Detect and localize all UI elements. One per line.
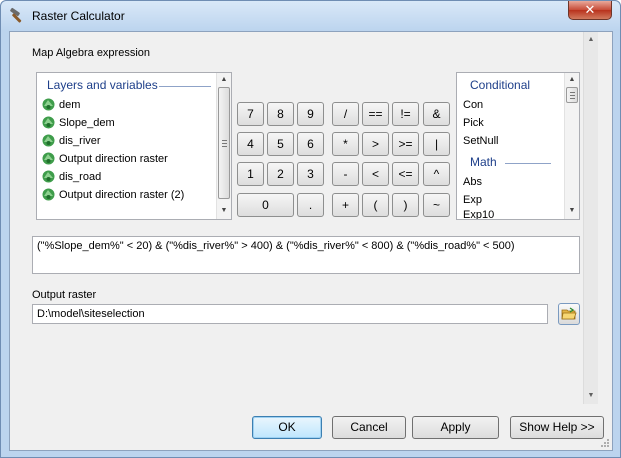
key-plus[interactable]: + bbox=[332, 193, 359, 217]
key-0[interactable]: 0 bbox=[237, 193, 294, 217]
expression-textbox[interactable]: ("%Slope_dem%" < 20) & ("%dis_river%" > … bbox=[32, 236, 580, 274]
scroll-down-arrow-icon[interactable]: ▼ bbox=[218, 205, 230, 217]
layer-label: dis_river bbox=[59, 134, 101, 147]
key-decimal[interactable]: . bbox=[297, 193, 324, 217]
raster-layer-icon bbox=[42, 134, 55, 147]
layer-item-dis-road[interactable]: dis_road bbox=[41, 168, 101, 185]
key-not[interactable]: ~ bbox=[423, 193, 450, 217]
close-button[interactable]: ✕ bbox=[568, 1, 612, 20]
scroll-up-arrow-icon[interactable]: ▲ bbox=[218, 74, 230, 86]
layer-label: Slope_dem bbox=[59, 116, 115, 129]
key-multiply[interactable]: * bbox=[332, 132, 359, 156]
scroll-thumb[interactable] bbox=[566, 87, 578, 103]
layers-scrollbar[interactable]: ▲ ▼ bbox=[216, 73, 231, 219]
resize-grip-icon[interactable] bbox=[600, 438, 610, 448]
key-open-paren[interactable]: ( bbox=[362, 193, 389, 217]
scroll-up-arrow-icon[interactable]: ▲ bbox=[586, 35, 596, 45]
cancel-button[interactable]: Cancel bbox=[332, 416, 406, 439]
functions-list[interactable]: Conditional Con Pick SetNull Math Abs Ex… bbox=[456, 72, 580, 220]
function-item-exp[interactable]: Exp bbox=[463, 191, 482, 208]
conditional-header: Conditional bbox=[470, 78, 531, 92]
function-item-pick[interactable]: Pick bbox=[463, 114, 484, 131]
raster-layer-icon bbox=[42, 98, 55, 111]
layer-label: Output direction raster bbox=[59, 152, 168, 165]
key-close-paren[interactable]: ) bbox=[392, 193, 419, 217]
hammer-icon bbox=[10, 7, 22, 23]
key-9[interactable]: 9 bbox=[297, 102, 324, 126]
key-not-equal[interactable]: != bbox=[392, 102, 419, 126]
math-header: Math bbox=[470, 155, 497, 169]
dialog-client-area: Map Algebra expression Layers and variab… bbox=[9, 31, 613, 451]
key-less[interactable]: < bbox=[362, 162, 389, 186]
key-4[interactable]: 4 bbox=[237, 132, 264, 156]
function-item-con[interactable]: Con bbox=[463, 96, 483, 113]
raster-layer-icon bbox=[42, 170, 55, 183]
dialog-scrollbar[interactable]: ▲ ▼ bbox=[583, 32, 598, 404]
layer-item-output-direction-raster-2[interactable]: Output direction raster (2) bbox=[41, 186, 184, 203]
ok-button[interactable]: OK bbox=[252, 416, 322, 439]
key-8[interactable]: 8 bbox=[267, 102, 294, 126]
window-title: Raster Calculator bbox=[32, 9, 125, 23]
functions-scrollbar[interactable]: ▲ ▼ bbox=[564, 73, 579, 219]
browse-button[interactable] bbox=[558, 303, 580, 325]
function-item-setnull[interactable]: SetNull bbox=[463, 132, 498, 149]
layer-label: dem bbox=[59, 98, 81, 111]
output-raster-input[interactable]: D:\model\siteselection bbox=[32, 304, 548, 324]
layers-list[interactable]: Layers and variables dem Slope_dem dis_r… bbox=[36, 72, 232, 220]
scroll-area: Map Algebra expression Layers and variab… bbox=[10, 32, 598, 404]
layer-item-dem[interactable]: dem bbox=[41, 96, 80, 113]
output-raster-label: Output raster bbox=[32, 289, 97, 301]
map-algebra-label: Map Algebra expression bbox=[32, 47, 151, 59]
dialog-footer: OK Cancel Apply Show Help >> bbox=[10, 404, 612, 450]
scroll-down-arrow-icon[interactable]: ▼ bbox=[586, 391, 596, 401]
key-less-equal[interactable]: <= bbox=[392, 162, 419, 186]
key-divide[interactable]: / bbox=[332, 102, 359, 126]
key-greater[interactable]: > bbox=[362, 132, 389, 156]
layers-header-line bbox=[159, 86, 211, 87]
raster-layer-icon bbox=[42, 152, 55, 165]
scroll-thumb[interactable] bbox=[218, 87, 230, 199]
show-help-button[interactable]: Show Help >> bbox=[510, 416, 604, 439]
layer-item-slope-dem[interactable]: Slope_dem bbox=[41, 114, 115, 131]
layer-item-dis-river[interactable]: dis_river bbox=[41, 132, 101, 149]
raster-calculator-window: Raster Calculator ✕ Map Algebra expressi… bbox=[0, 0, 621, 458]
key-xor[interactable]: ^ bbox=[423, 162, 450, 186]
open-folder-icon bbox=[561, 307, 577, 320]
layer-item-output-direction-raster[interactable]: Output direction raster bbox=[41, 150, 168, 167]
key-3[interactable]: 3 bbox=[297, 162, 324, 186]
key-equal[interactable]: == bbox=[362, 102, 389, 126]
key-greater-equal[interactable]: >= bbox=[392, 132, 419, 156]
key-6[interactable]: 6 bbox=[297, 132, 324, 156]
key-2[interactable]: 2 bbox=[267, 162, 294, 186]
scroll-up-arrow-icon[interactable]: ▲ bbox=[566, 74, 578, 86]
key-minus[interactable]: - bbox=[332, 162, 359, 186]
function-item-abs[interactable]: Abs bbox=[463, 173, 482, 190]
raster-layer-icon bbox=[42, 116, 55, 129]
key-and[interactable]: & bbox=[423, 102, 450, 126]
scroll-down-arrow-icon[interactable]: ▼ bbox=[566, 205, 578, 217]
layer-label: Output direction raster (2) bbox=[59, 188, 185, 201]
key-or[interactable]: | bbox=[423, 132, 450, 156]
key-7[interactable]: 7 bbox=[237, 102, 264, 126]
math-header-line bbox=[505, 163, 551, 164]
key-1[interactable]: 1 bbox=[237, 162, 264, 186]
function-item-exp10[interactable]: Exp10 bbox=[463, 209, 494, 219]
raster-layer-icon bbox=[42, 188, 55, 201]
title-bar: Raster Calculator ✕ bbox=[1, 1, 620, 31]
apply-button[interactable]: Apply bbox=[412, 416, 499, 439]
key-5[interactable]: 5 bbox=[267, 132, 294, 156]
layers-header: Layers and variables bbox=[47, 78, 158, 92]
layer-label: dis_road bbox=[59, 170, 102, 183]
